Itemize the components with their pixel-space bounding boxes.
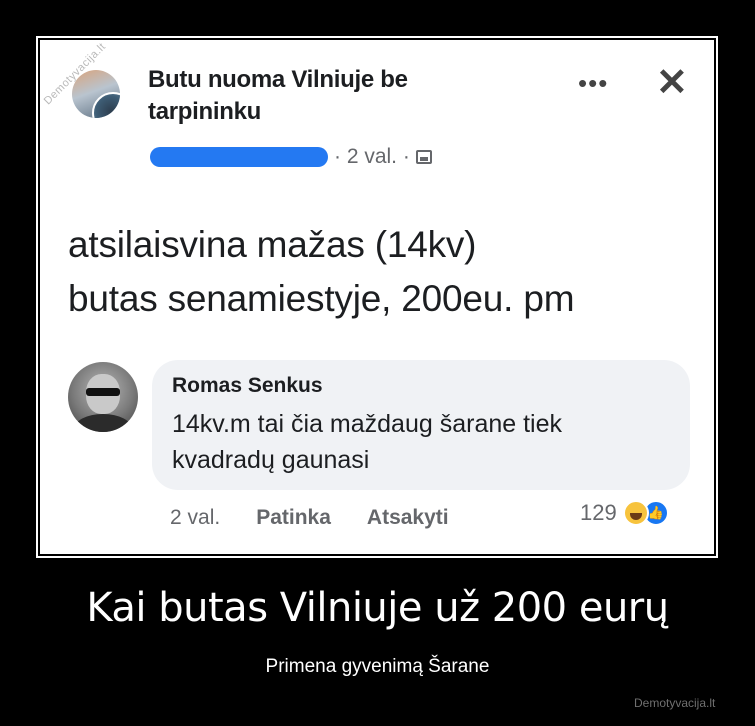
more-options-button[interactable]: ••• — [578, 68, 608, 99]
close-icon[interactable]: ✕ — [656, 60, 688, 105]
facebook-post-screenshot: Demotyvacija.lt Butu nuoma Vilniuje be t… — [40, 40, 714, 554]
post-body: atsilaisvina mažas (14kv) butas senamies… — [68, 218, 708, 326]
redacted-author-name — [150, 147, 328, 167]
post-text-line: atsilaisvina mažas (14kv) — [68, 224, 477, 265]
post-meta: · 2 val. · — [150, 144, 432, 170]
reaction-count: 129 — [580, 500, 617, 525]
group-name[interactable]: Butu nuoma Vilniuje be tarpininku — [148, 64, 508, 128]
poster-subtitle: Primena gyvenimą Šarane — [265, 656, 490, 677]
post-time[interactable]: · 2 val. · — [334, 145, 410, 169]
group-avatar-inner — [92, 92, 120, 118]
photo-icon — [415, 150, 432, 164]
poster-frame: Demotyvacija.lt Butu nuoma Vilniuje be t… — [36, 36, 718, 558]
like-button[interactable]: Patinka — [256, 506, 331, 530]
avatar-body — [74, 414, 132, 432]
comment-text-line: 14kv.m tai čia maždaug šarane tiek — [172, 410, 563, 438]
comment-text-line: kvadradų gaunasi — [172, 446, 370, 474]
reaction-summary[interactable]: 129 👍 — [580, 500, 669, 526]
reply-button[interactable]: Atsakyti — [367, 506, 449, 530]
site-watermark: Demotyvacija.lt — [634, 696, 716, 710]
commenter-avatar[interactable] — [68, 362, 138, 432]
poster-title: Kai butas Vilniuje už 200 eurų — [86, 585, 669, 631]
avatar-glasses — [86, 388, 120, 396]
comment-author[interactable]: Romas Senkus — [172, 374, 323, 398]
comment-actions: 2 val. Patinka Atsakyti — [170, 506, 449, 530]
post-text-line: butas senamiestyje, 200eu. pm — [68, 278, 575, 319]
comment-text: 14kv.m tai čia maždaug šarane tiek kvadr… — [172, 406, 672, 478]
haha-reaction-icon — [622, 500, 649, 526]
comment-time[interactable]: 2 val. — [170, 506, 220, 530]
comment-bubble: Romas Senkus 14kv.m tai čia maždaug šara… — [152, 360, 690, 490]
